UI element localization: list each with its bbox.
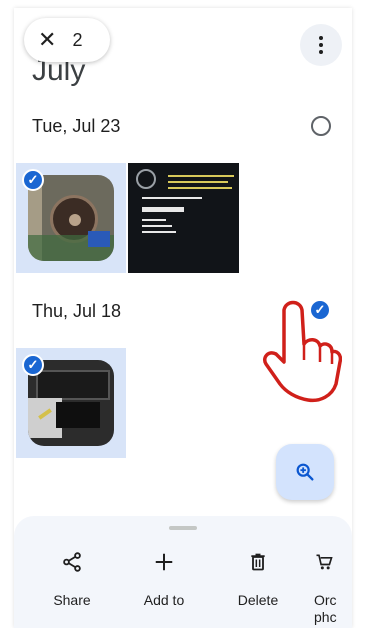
pointing-hand-icon xyxy=(263,300,342,403)
zoom-in-button[interactable] xyxy=(276,444,334,500)
photo-tile-selected[interactable]: ✓ xyxy=(16,348,126,458)
bottom-action-sheet: Share Add to Delete Orc phc xyxy=(14,516,352,628)
add-to-button[interactable]: Add to xyxy=(124,548,204,609)
zoom-in-icon xyxy=(296,463,314,481)
photos-screen: July ✕ 2 Tue, Jul 23 ✓ Thu, Jul 18 ✓ ✓ S… xyxy=(14,8,352,628)
more-options-button[interactable] xyxy=(300,24,342,66)
section-date: Tue, Jul 23 xyxy=(32,116,121,136)
share-label: Share xyxy=(53,592,91,608)
photo-bios-screen[interactable] xyxy=(128,163,239,273)
check-icon: ✓ xyxy=(22,354,44,376)
photo-monitor xyxy=(28,360,114,446)
order-photos-label: Orc phc xyxy=(314,592,337,625)
delete-label: Delete xyxy=(237,592,279,608)
share-button[interactable]: Share xyxy=(32,548,112,609)
section-select-circle[interactable] xyxy=(311,116,331,136)
selected-count: 2 xyxy=(72,29,83,50)
more-vert-icon xyxy=(319,36,323,54)
check-icon: ✓ xyxy=(22,169,44,191)
section-date: Thu, Jul 18 xyxy=(32,301,122,321)
order-photos-icon xyxy=(316,554,333,570)
select-circle-icon xyxy=(136,169,156,189)
sheet-handle[interactable] xyxy=(169,526,197,530)
add-to-label: Add to xyxy=(143,592,185,608)
photo-tile-selected[interactable]: ✓ xyxy=(16,163,126,273)
photo-motherboard xyxy=(28,175,114,261)
plus-icon xyxy=(155,553,173,571)
order-photos-button[interactable]: Orc phc xyxy=(314,548,352,626)
delete-button[interactable]: Delete xyxy=(218,548,298,609)
trash-icon xyxy=(251,553,265,571)
close-icon[interactable]: ✕ xyxy=(38,29,56,51)
selection-pill: ✕ 2 xyxy=(24,18,110,62)
share-icon xyxy=(63,552,81,572)
